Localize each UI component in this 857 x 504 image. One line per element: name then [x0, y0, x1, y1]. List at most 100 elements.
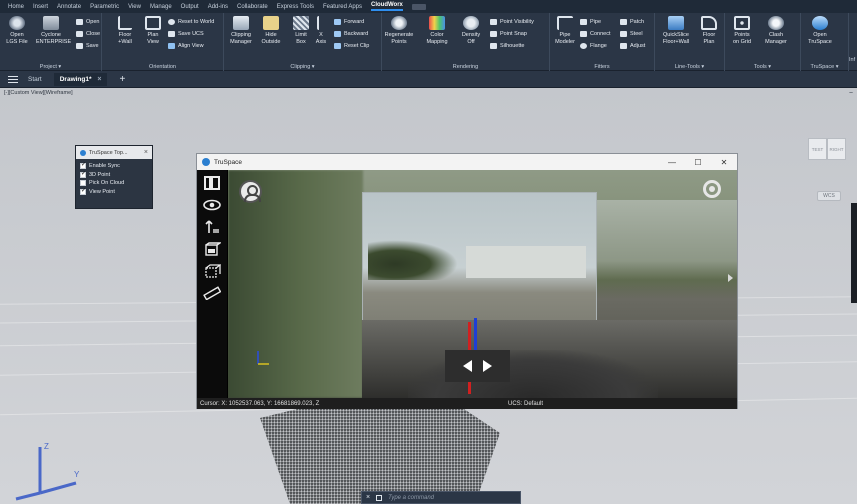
backward-button[interactable]: Backward — [334, 31, 368, 37]
menu-parametric[interactable]: Parametric — [90, 4, 119, 10]
next-arrow-icon[interactable] — [483, 360, 493, 372]
user-location-icon[interactable] — [239, 180, 262, 203]
previous-arrow-icon[interactable] — [462, 360, 472, 372]
truspace-icon — [812, 16, 828, 30]
clipping-group-title[interactable]: Clipping ▾ — [224, 64, 381, 70]
side-panel-expand-icon[interactable] — [728, 274, 733, 282]
pipe-modeler-label: Pipe Modeler — [555, 32, 575, 45]
viewcube-face-left[interactable]: TEST — [808, 138, 827, 160]
save-ucs-button[interactable]: Save UCS — [168, 31, 204, 37]
open-button[interactable]: Open — [76, 19, 99, 25]
truspace-group-title[interactable]: TruSpace ▾ — [801, 64, 848, 70]
flange-button[interactable]: Flange — [580, 43, 607, 49]
density-off-button[interactable]: Density Off — [456, 16, 486, 45]
viewcube-face-right[interactable]: RIGHT — [827, 138, 846, 160]
floor-box-icon[interactable] — [203, 242, 223, 256]
tab-start[interactable]: Start — [28, 76, 42, 83]
silhouette-button[interactable]: Silhouette — [490, 43, 524, 49]
reset-clip-button[interactable]: Reset Clip — [334, 43, 369, 49]
window-close-button[interactable]: ✕ — [711, 158, 737, 167]
steel-button[interactable]: Steel — [620, 31, 643, 37]
ruler-icon[interactable] — [203, 286, 222, 301]
point-snap-label: Point Snap — [500, 31, 527, 37]
window-maximize-button[interactable]: ☐ — [685, 158, 711, 167]
hamburger-menu-icon[interactable] — [8, 75, 18, 83]
regenerate-points-button[interactable]: Regenerate Points — [384, 16, 414, 45]
project-group-title[interactable]: Project ▾ — [0, 64, 101, 70]
x-axis-button[interactable]: X Axis — [310, 16, 332, 45]
measure-height-icon[interactable] — [203, 220, 221, 234]
menu-express-tools[interactable]: Express Tools — [277, 4, 314, 10]
3d-point-checkbox[interactable] — [80, 170, 86, 178]
panorama-left-region — [228, 170, 363, 398]
align-view-button[interactable]: Align View — [168, 43, 204, 49]
book-icon[interactable] — [203, 176, 221, 190]
menu-addins[interactable]: Add-ins — [208, 4, 228, 10]
adjust-button[interactable]: Adjust — [620, 43, 645, 49]
command-line[interactable]: × Type a command — [361, 491, 521, 504]
floor-wall-button[interactable]: Floor +Wall — [110, 16, 140, 45]
menu-manage[interactable]: Manage — [150, 4, 172, 10]
save-button[interactable]: Save — [76, 43, 99, 49]
window-minimize-button[interactable]: — — [659, 158, 685, 167]
enable-sync-checkbox[interactable] — [80, 161, 86, 170]
tools-group-title[interactable]: Tools ▾ — [725, 64, 800, 70]
menu-featured-apps[interactable]: Featured Apps — [323, 4, 362, 10]
cyclone-enterprise-button[interactable]: Cyclone ENTERPRISE — [36, 16, 71, 45]
view-point-checkbox[interactable] — [80, 187, 86, 195]
enable-sync-option[interactable]: Enable Sync — [76, 161, 152, 171]
quickslice-button[interactable]: QuickSlice Floor+Wall — [657, 16, 695, 45]
close-button[interactable]: Close — [76, 31, 100, 37]
ribbon-options-toggle[interactable] — [411, 3, 426, 10]
plan-view-button[interactable]: Plan View — [138, 16, 168, 45]
point-visibility-button[interactable]: Point Visibility — [490, 19, 534, 25]
pipe-modeler-button[interactable]: Pipe Modeler — [550, 16, 580, 45]
pick-on-cloud-checkbox[interactable] — [80, 180, 86, 187]
open-lgs-button[interactable]: Open LGS File — [2, 16, 32, 45]
menu-collaborate[interactable]: Collaborate — [237, 4, 268, 10]
floor-plan-button[interactable]: Floor Plan — [695, 16, 723, 45]
pick-on-cloud-option[interactable]: Pick On Cloud — [76, 179, 152, 188]
gear-icon[interactable] — [703, 180, 721, 198]
wcs-menu[interactable]: WCS — [817, 191, 841, 201]
new-tab-button[interactable]: + — [119, 74, 125, 85]
close-tab-icon[interactable]: × — [97, 76, 101, 83]
eye-icon[interactable] — [203, 198, 221, 212]
menu-home[interactable]: Home — [8, 4, 24, 10]
3d-box-icon[interactable] — [203, 264, 222, 278]
command-input[interactable]: Type a command — [388, 495, 434, 501]
tab-drawing1[interactable]: Drawing1* × — [53, 72, 108, 86]
3d-point-option[interactable]: 3D Point — [76, 170, 152, 180]
menu-view[interactable]: View — [128, 4, 141, 10]
open-truspace-button[interactable]: Open TruSpace — [805, 16, 835, 45]
connect-button[interactable]: Connect — [580, 31, 611, 37]
panorama-view[interactable] — [228, 170, 737, 398]
drawing-viewport[interactable]: [-][Custom View][Wireframe] − TEST RIGHT… — [0, 88, 857, 504]
point-snap-button[interactable]: Point Snap — [490, 31, 527, 37]
menu-cloudworx[interactable]: CloudWorx — [371, 2, 403, 11]
viewport-controls-label[interactable]: [-][Custom View][Wireframe] — [4, 90, 73, 96]
clash-manager-button[interactable]: Clash Manager — [761, 16, 791, 45]
command-line-settings-icon[interactable] — [376, 494, 383, 501]
sync-panel-close-button[interactable]: × — [144, 149, 148, 156]
viewcube[interactable]: TEST RIGHT — [808, 138, 848, 164]
sync-panel-titlebar[interactable]: TruSpace Top... × — [76, 146, 152, 159]
command-line-close-icon[interactable]: × — [366, 494, 370, 501]
view-point-option[interactable]: View Point — [76, 187, 152, 197]
clipping-manager-button[interactable]: Clipping Manager — [226, 16, 256, 45]
reset-to-world-button[interactable]: Reset to World — [168, 19, 214, 25]
menu-output[interactable]: Output — [181, 4, 199, 10]
points-on-grid-button[interactable]: Points on Grid — [727, 16, 757, 45]
forward-button[interactable]: Forward — [334, 19, 364, 25]
truspace-titlebar[interactable]: TruSpace — ☐ ✕ — [197, 154, 737, 170]
pipe-button[interactable]: Pipe — [580, 19, 601, 25]
color-mapping-button[interactable]: Color Mapping — [422, 16, 452, 45]
menu-annotate[interactable]: Annotate — [57, 4, 81, 10]
line-tools-group-title[interactable]: Line-Tools ▾ — [655, 64, 724, 70]
menu-insert[interactable]: Insert — [33, 4, 48, 10]
patch-button[interactable]: Patch — [620, 19, 644, 25]
points-grid-icon — [734, 16, 750, 30]
hide-outside-button[interactable]: Hide Outside — [256, 16, 286, 45]
truspace-toolbar — [197, 170, 227, 398]
viewport-minimize-button[interactable]: − — [849, 90, 853, 97]
